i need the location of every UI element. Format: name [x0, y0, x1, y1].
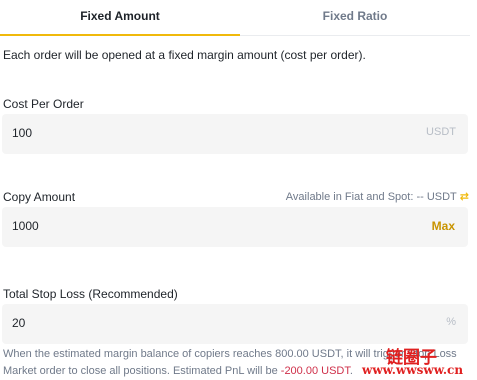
- note-trigger-amount: 800.00 USDT: [275, 348, 341, 360]
- mode-description: Each order will be opened at a fixed mar…: [3, 48, 366, 62]
- total-stop-loss-label: Total Stop Loss (Recommended): [3, 287, 178, 301]
- max-button[interactable]: Max: [432, 219, 455, 233]
- copy-amount-label: Copy Amount: [3, 190, 76, 204]
- total-stop-loss-value: 20: [12, 316, 26, 330]
- transfer-icon[interactable]: ⇄: [460, 191, 469, 203]
- order-mode-tabs: Fixed Amount Fixed Ratio: [0, 0, 470, 36]
- cost-per-order-value: 100: [12, 126, 33, 140]
- available-balance-text: Available in Fiat and Spot: -- USDT: [285, 191, 457, 203]
- watermark-url: www.wwsww.cn: [362, 363, 464, 377]
- note-text-3: .: [349, 365, 353, 377]
- copy-amount-input[interactable]: 1000 Max: [2, 207, 468, 247]
- note-text-1: When the estimated margin balance of cop…: [3, 348, 276, 360]
- cost-per-order-label: Cost Per Order: [3, 97, 84, 111]
- note-estimated-pnl: -200.00 USDT: [280, 365, 350, 377]
- cost-per-order-input[interactable]: 100 USDT: [2, 114, 468, 154]
- tab-fixed-ratio[interactable]: Fixed Ratio: [240, 0, 470, 34]
- cost-per-order-unit: USDT: [426, 126, 456, 138]
- total-stop-loss-unit: %: [446, 316, 456, 328]
- total-stop-loss-input[interactable]: 20 %: [2, 304, 468, 344]
- tab-fixed-amount[interactable]: Fixed Amount: [0, 0, 240, 36]
- copy-amount-value: 1000: [12, 219, 39, 233]
- available-balance: Available in Fiat and Spot: -- USDT ⇄: [286, 190, 469, 203]
